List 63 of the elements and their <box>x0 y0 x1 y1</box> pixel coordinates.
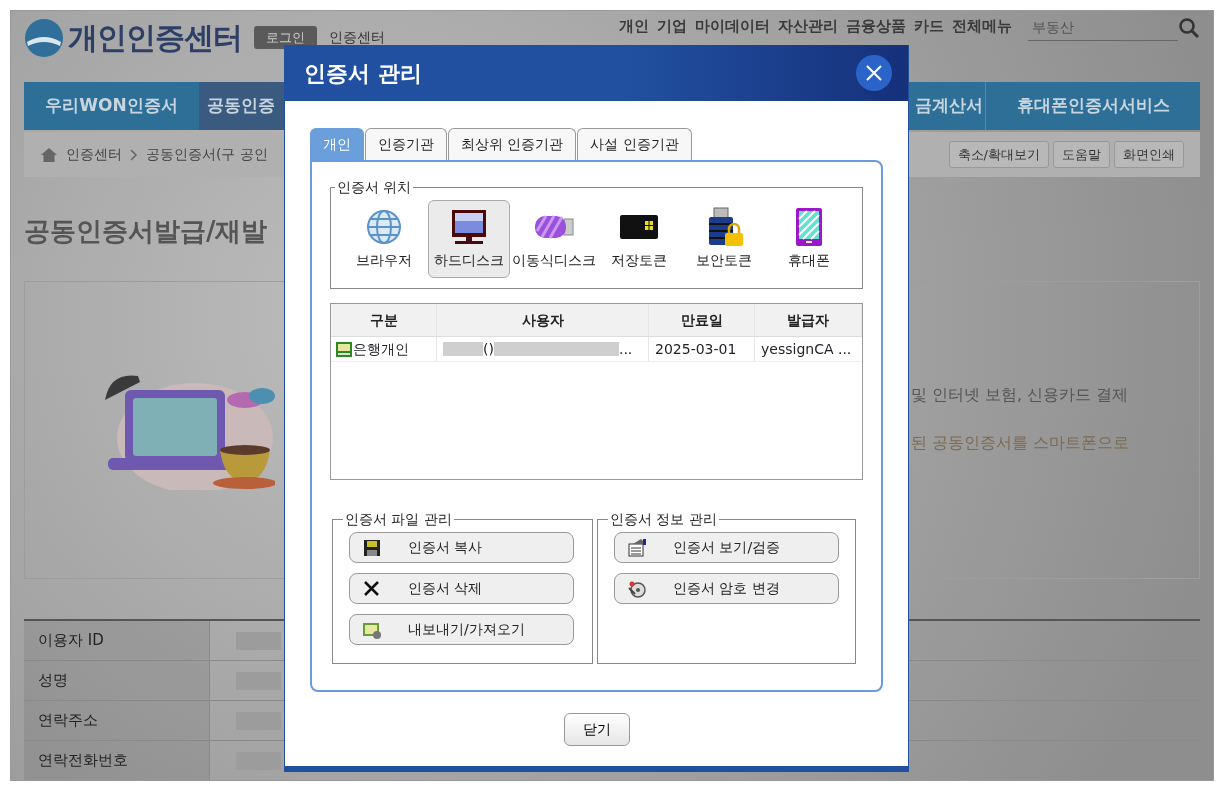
home-icon[interactable] <box>40 146 58 163</box>
nav-link[interactable]: 마이데이터 <box>695 15 770 38</box>
search-icon[interactable] <box>1178 17 1200 39</box>
nav-link[interactable]: 기업 <box>657 15 687 38</box>
chevron-icon <box>130 148 138 161</box>
column-header[interactable]: 사용자 <box>521 309 564 331</box>
tool-button[interactable]: 축소/확대보기 <box>948 140 1049 169</box>
table-cell-text: 은행개인 <box>353 339 409 359</box>
action-button[interactable]: 인증서 보기/검증 <box>614 532 839 563</box>
nav-link[interactable]: 전체메뉴 <box>952 15 1012 38</box>
redacted-value <box>443 342 483 356</box>
nav-link[interactable]: 카드 <box>914 15 944 38</box>
column-header[interactable]: 발급자 <box>787 309 829 331</box>
intro-text: 된 공동인증서를 스마트폰으로 <box>910 432 1129 454</box>
tab[interactable]: 인증기관 <box>365 128 447 160</box>
action-button[interactable]: 인증서 암호 변경 <box>614 573 839 604</box>
location-button[interactable]: 저장토큰 <box>598 200 681 278</box>
tab[interactable]: 사설 인증기관 <box>577 128 692 160</box>
field-label: 이용자 ID <box>24 621 210 660</box>
table-cell-text: ... <box>618 339 633 359</box>
login-button[interactable]: 로그인 <box>254 25 317 50</box>
nav-link[interactable]: 개인 <box>619 15 649 38</box>
table-cell-text: () <box>483 339 494 359</box>
action-button[interactable]: 인증서 복사 <box>349 532 574 563</box>
close-button[interactable] <box>856 55 892 91</box>
field-label: 성명 <box>24 661 210 700</box>
column-header[interactable]: 구분 <box>369 309 398 331</box>
close-dialog-button[interactable]: 닫기 <box>563 713 630 746</box>
menu-tab[interactable]: 휴대폰인증서서비스 <box>985 82 1200 130</box>
field-label: 연락주소 <box>24 701 210 740</box>
site-logo[interactable]: 개인인증센터 <box>68 15 242 60</box>
dialog-title: 인증서 관리 <box>304 59 422 88</box>
section-label: 인증센터 <box>329 28 385 47</box>
nav-link[interactable]: 자산관리 <box>778 15 838 38</box>
field-label: 연락전화번호 <box>24 741 210 780</box>
logo-icon <box>24 17 64 58</box>
column-header[interactable]: 만료일 <box>680 309 723 331</box>
menu-tab[interactable]: 우리WON인증서 <box>24 82 199 130</box>
search-field[interactable]: 부동산 <box>1028 15 1178 41</box>
certificate-icon <box>335 340 353 358</box>
location-button[interactable]: 휴대폰 <box>768 200 851 278</box>
tab[interactable]: 최상위 인증기관 <box>448 128 577 160</box>
close-icon <box>865 64 883 82</box>
menu-tab[interactable]: 금계산서 <box>915 82 985 130</box>
group-label: 인증서 정보 관리 <box>609 512 718 526</box>
tool-button[interactable]: 화면인쇄 <box>1114 140 1184 169</box>
table-cell-text: 2025-03-01 <box>655 339 737 359</box>
breadcrumb-link[interactable]: 공동인증서(구 공인 <box>146 144 268 165</box>
table-cell-text: yessignCA ... <box>761 339 852 359</box>
group-label: 인증서 위치 <box>336 180 413 194</box>
intro-text: 및 인터넷 보험, 신용카드 결제 <box>910 384 1129 406</box>
nav-link[interactable]: 금융상품 <box>846 15 906 38</box>
action-button[interactable]: 내보내기/가져오기 <box>349 614 574 645</box>
location-button[interactable]: 하드디스크 <box>427 200 510 278</box>
location-button[interactable]: 이동식디스크 <box>512 200 595 278</box>
page-title: 공동인증서발급/재발 <box>24 215 268 248</box>
location-button[interactable]: 보안토큰 <box>683 200 766 278</box>
certificate-view-icon <box>627 537 647 558</box>
group-label: 인증서 파일 관리 <box>344 512 453 526</box>
tool-button[interactable]: 도움말 <box>1053 140 1110 169</box>
breadcrumb-link[interactable]: 인증센터 <box>66 144 122 165</box>
location-button[interactable]: 브라우저 <box>342 200 425 278</box>
action-button[interactable]: 인증서 삭제 <box>349 573 574 604</box>
